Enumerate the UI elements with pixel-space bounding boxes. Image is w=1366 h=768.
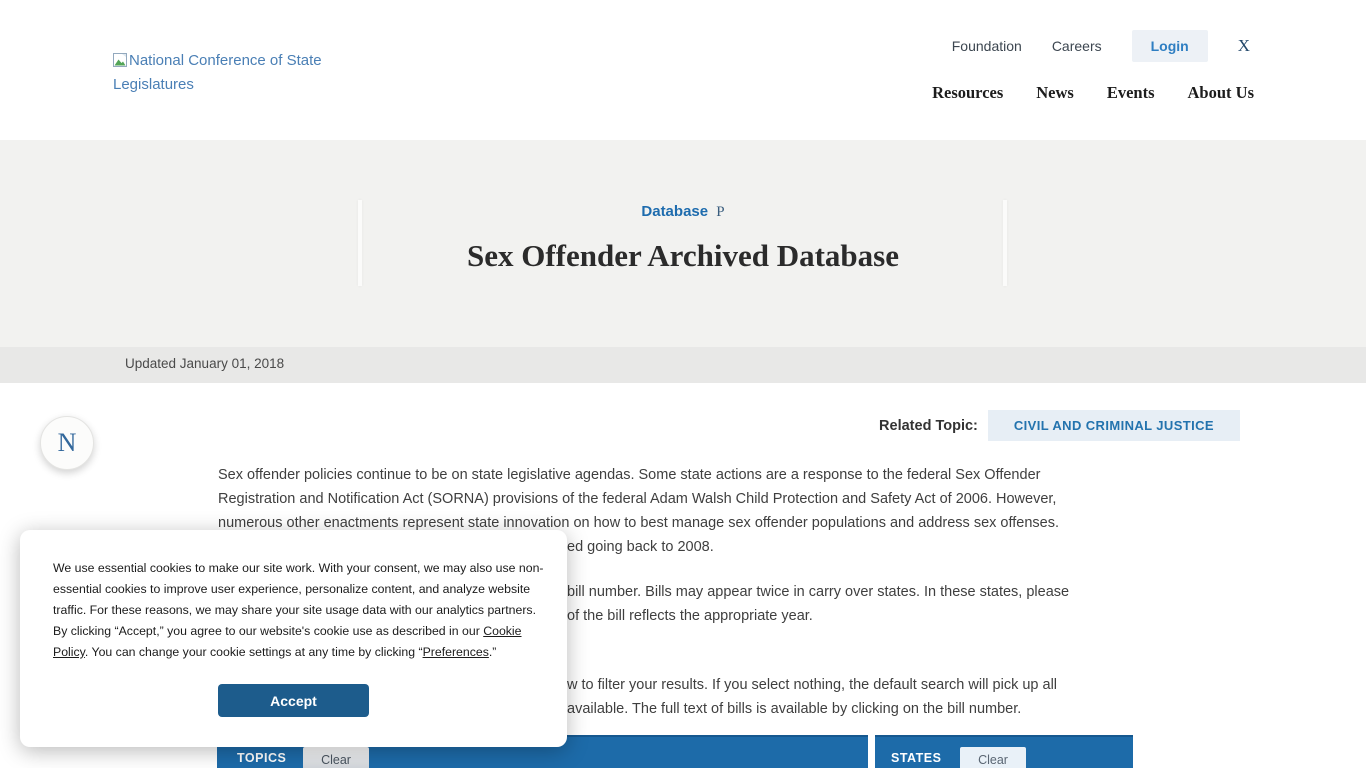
states-clear-button[interactable]: Clear [960, 747, 1026, 768]
cookie-text-segment: We use essential cookies to make our sit… [53, 561, 544, 575]
page: National Conference of State Legislature… [0, 0, 1366, 768]
utility-nav: Foundation Careers Login X [952, 30, 1250, 62]
utility-nav-careers[interactable]: Careers [1052, 38, 1102, 54]
cookie-text-line: By clicking “Accept,” you agree to our w… [53, 621, 544, 642]
states-filter-panel: STATES Clear [875, 735, 1133, 768]
topics-clear-button[interactable]: Clear [303, 747, 369, 768]
cookie-text-segment: . You can change your cookie settings at… [85, 645, 423, 659]
cookie-text-line: Policy. You can change your cookie setti… [53, 642, 544, 663]
search-glyph[interactable]: X [1238, 36, 1250, 56]
cookie-text-segment: .” [489, 645, 497, 659]
breadcrumb-database-link[interactable]: Database [641, 203, 708, 220]
cookie-policy-link[interactable]: Policy [53, 645, 85, 659]
utility-nav-foundation[interactable]: Foundation [952, 38, 1022, 54]
cookie-consent-text: We use essential cookies to make our sit… [53, 558, 544, 663]
cookie-text-line: essential cookies to improve user experi… [53, 579, 544, 600]
updated-date: Updated January 01, 2018 [125, 356, 284, 371]
breadcrumb: Database P [0, 203, 1366, 221]
hero-section: Database P Sex Offender Archived Databas… [0, 140, 1366, 347]
main-nav-about-us[interactable]: About Us [1188, 83, 1254, 103]
cookie-consent-dialog: We use essential cookies to make our sit… [20, 530, 567, 747]
cookie-policy-link[interactable]: Cookie [483, 624, 521, 638]
article-text-line: Sex offender policies continue to be on … [218, 463, 1158, 487]
cookie-accept-button[interactable]: Accept [218, 684, 369, 717]
site-logo-alt-text: National Conference of State Legislature… [113, 52, 322, 93]
preferences-link[interactable]: Preferences [423, 645, 489, 659]
states-panel-title: STATES [891, 751, 941, 765]
cookie-text-line: traffic. For these reasons, we may share… [53, 600, 544, 621]
main-nav-news[interactable]: News [1036, 83, 1074, 103]
article-text-line: Registration and Notification Act (SORNA… [218, 487, 1158, 511]
site-header: National Conference of State Legislature… [0, 0, 1366, 140]
related-topic-label: Related Topic: [879, 418, 978, 434]
cookie-text-line: We use essential cookies to make our sit… [53, 558, 544, 579]
cookie-text-segment: traffic. For these reasons, we may share… [53, 603, 536, 617]
utility-nav-items: Foundation Careers [952, 38, 1102, 54]
breadcrumb-chevron-glyph: P [716, 204, 724, 220]
main-nav-resources[interactable]: Resources [932, 83, 1003, 103]
related-topic-badge[interactable]: CIVIL AND CRIMINAL JUSTICE [988, 410, 1240, 441]
login-button[interactable]: Login [1132, 30, 1208, 62]
page-title: Sex Offender Archived Database [0, 238, 1366, 274]
site-logo-link[interactable]: National Conference of State Legislature… [113, 49, 353, 97]
main-nav-events[interactable]: Events [1107, 83, 1155, 103]
meta-bar: Updated January 01, 2018 [0, 347, 1366, 383]
broken-image-icon [113, 53, 127, 67]
main-nav: Resources News Events About Us [932, 83, 1254, 103]
cookie-text-segment: By clicking “Accept,” you agree to our w… [53, 624, 483, 638]
related-topic-row: Related Topic: CIVIL AND CRIMINAL JUSTIC… [0, 411, 1240, 440]
topics-panel-title: TOPICS [237, 751, 286, 765]
cookie-text-segment: essential cookies to improve user experi… [53, 582, 530, 596]
